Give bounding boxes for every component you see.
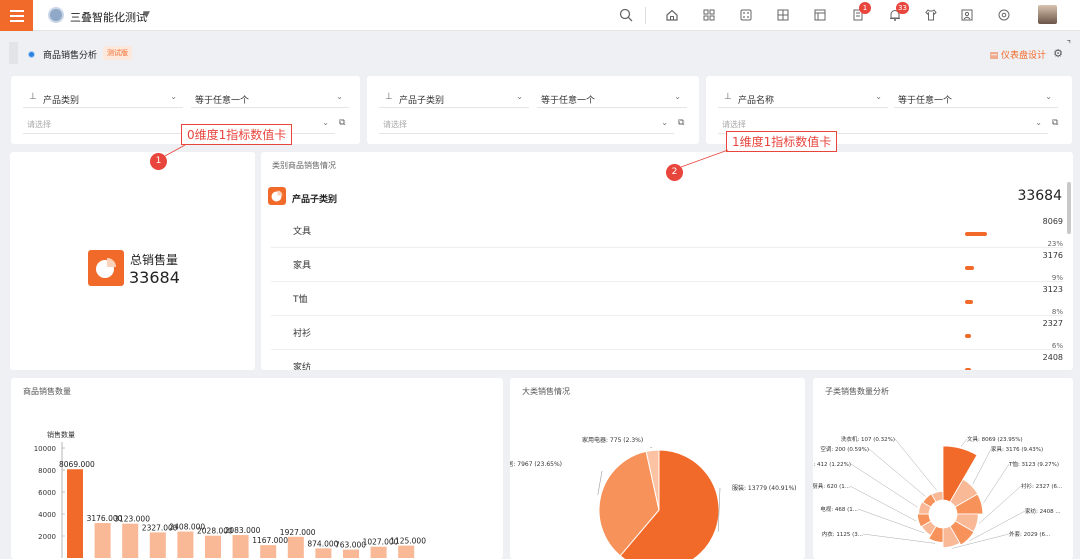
pie-chart: 服装: 13779 (40.91%) 家居: 7967 (23.65%) 家用电器:… <box>510 436 796 559</box>
rose-slice-label: 家具: 3176 (9.43%) <box>991 445 1043 453</box>
rose-slice-label: 文具: 8069 (23.95%) <box>967 435 1023 443</box>
rose-leader-line <box>978 485 1022 524</box>
rose-slice-label: 衬衫: 2327 (6... <box>1021 482 1062 490</box>
product-sales-chart-card: 商品销售数量 销售数量 2000 4000 6000 8000 10000 8069.000… <box>11 378 503 559</box>
bar[interactable] <box>343 549 359 558</box>
rose-leader-line <box>862 533 936 544</box>
y-tick-label: 4000 <box>38 511 56 519</box>
bar-value-label: 3123.000 <box>114 515 150 524</box>
bar-value-label: 1125.000 <box>390 537 426 546</box>
y-axis-label: 销售数量 <box>47 430 75 439</box>
bar[interactable] <box>177 531 194 558</box>
rose-leader-line <box>850 463 918 508</box>
card-title: 子类销售数量分析 <box>825 387 889 396</box>
y-tick-label: 8000 <box>38 467 56 475</box>
rose-leader-line <box>868 448 926 497</box>
bar-value-label: 1167.000 <box>252 536 288 545</box>
y-tick-label: 2000 <box>38 533 56 541</box>
bar[interactable] <box>122 523 139 558</box>
bar[interactable] <box>232 535 249 558</box>
rose-slice-label: 洗衣机: 107 (0.32%) <box>841 435 895 443</box>
bar-value-label: 763.000 <box>335 541 366 550</box>
bar[interactable] <box>315 548 332 558</box>
bar[interactable] <box>287 536 304 558</box>
subcategory-rose-card: 子类销售数量分析 文具: 8069 (23.95%) 家具: 3176 (9.43… <box>813 378 1073 559</box>
y-tick-label: 10000 <box>34 445 56 453</box>
bar-value-label: 8069.000 <box>59 460 95 469</box>
bar-chart: 销售数量2000400060008000100008069.0003176.00… <box>34 430 426 558</box>
bar[interactable] <box>370 546 387 558</box>
rose-slice-label: 家纺: 2408 ... <box>1025 507 1061 515</box>
rose-slice-label: 空调: 200 (0.59%) <box>820 445 869 453</box>
rose-slice-label: 外套: 2029 (6... <box>1009 530 1050 538</box>
bar-value-label: 874.000 <box>307 539 338 548</box>
pie-slice-label: 家用电器: 775 (2.3%) <box>582 436 643 444</box>
rose-leader-line <box>894 438 937 491</box>
pie-leader-line <box>649 447 653 449</box>
rose-slice-label: T恤: 3123 (9.27%) <box>1008 460 1059 468</box>
rose-leader-line <box>983 463 1010 504</box>
rose-leader-line <box>857 508 925 534</box>
rose-leader-line <box>849 485 917 522</box>
card-title: 商品销售数量 <box>23 387 71 396</box>
bar[interactable] <box>67 469 83 558</box>
bar-value-label: 1927.000 <box>280 528 316 537</box>
pie-slice-label: 服装: 13779 (40.91%) <box>732 484 796 492</box>
pie-leader-line <box>597 470 603 495</box>
bar[interactable] <box>398 545 415 558</box>
bar[interactable] <box>260 545 277 558</box>
rose-slice-label: 电视: 468 (1... <box>820 505 858 513</box>
y-tick-label: 6000 <box>38 489 56 497</box>
bar[interactable] <box>94 523 111 558</box>
category-pie-card: 大类销售情况 服装: 13779 (40.91%) 家居: 7967 (23.65… <box>510 378 805 559</box>
rose-slice-label: 内衣: 1125 (3... <box>822 530 863 538</box>
bar[interactable] <box>149 532 166 558</box>
bar-value-label: 2083.000 <box>225 526 261 535</box>
pie-slice-label: 家居: 7967 (23.65%) <box>510 460 562 468</box>
bar[interactable] <box>205 535 221 558</box>
rose-chart: 文具: 8069 (23.95%) 家具: 3176 (9.43%) T恤: 312… <box>813 435 1062 549</box>
card-title: 大类销售情况 <box>522 387 570 396</box>
rose-slice-label: 马甲: 412 (1.22%) <box>813 460 851 468</box>
rose-slice-label: 厨具: 620 (1... <box>813 483 850 490</box>
